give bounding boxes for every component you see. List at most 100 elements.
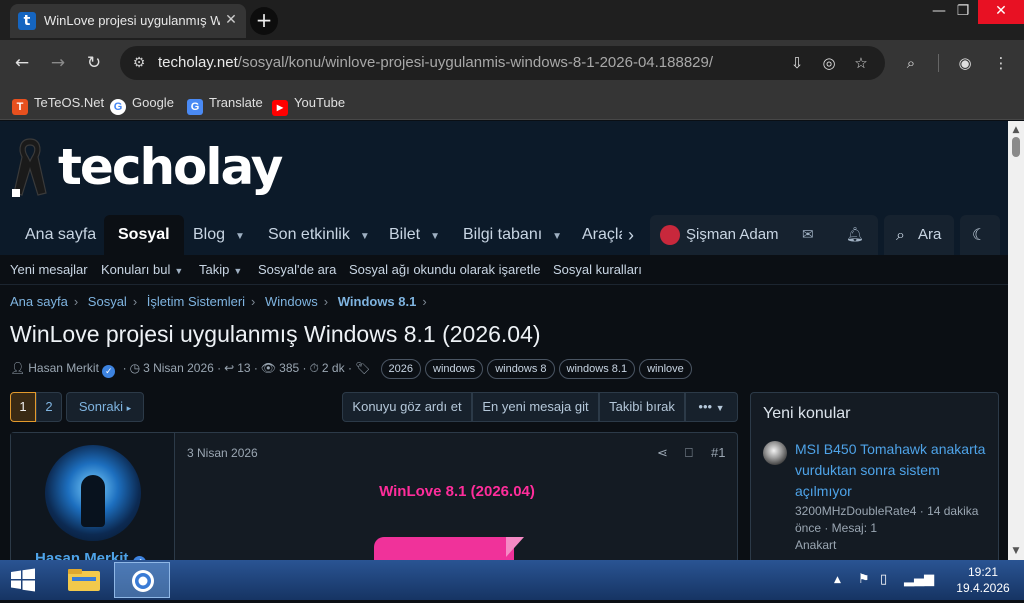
- new-tab-button[interactable]: +: [250, 7, 278, 35]
- bookmark-youtube[interactable]: ▶ YouTube: [272, 92, 345, 116]
- back-icon[interactable]: ←: [9, 50, 35, 76]
- subnav-sosyalde-ara[interactable]: Sosyal'de ara: [258, 255, 336, 285]
- tag-windows-8[interactable]: windows 8: [487, 359, 555, 379]
- chevron-down-icon[interactable]: ▼: [552, 217, 562, 257]
- search-button[interactable]: ⌕ Ara: [884, 215, 954, 255]
- subnav-takip[interactable]: Takip ▼: [199, 255, 242, 285]
- scroll-up-icon[interactable]: ▲: [1008, 123, 1024, 137]
- page-2-button[interactable]: 2: [36, 392, 62, 422]
- post-author-name[interactable]: Hasan Merkit ✓: [35, 550, 146, 560]
- nav-son-etkinlik[interactable]: Son etkinlik ▼: [268, 215, 370, 255]
- bell-icon[interactable]: 🔔︎: [846, 215, 864, 255]
- reply-icon: ↩: [224, 361, 235, 375]
- unwatch-button[interactable]: Takibi bırak: [599, 392, 685, 422]
- subnav-yeni-mesajlar[interactable]: Yeni mesajlar: [10, 255, 88, 285]
- google-icon: G: [110, 99, 126, 115]
- breadcrumb-current[interactable]: Windows 8.1: [338, 294, 417, 309]
- nav-bilet[interactable]: Bilet ▼: [389, 215, 440, 255]
- nav-sosyal[interactable]: Sosyal: [104, 215, 184, 255]
- thread-meta: 3200MHzDoubleRate4 · 14 dakika önce · Me…: [795, 504, 979, 552]
- tag-2026[interactable]: 2026: [380, 359, 421, 379]
- tray-chevron-up-icon[interactable]: ▲: [834, 575, 841, 585]
- reload-icon[interactable]: ↻: [81, 50, 107, 76]
- url-text[interactable]: techolay.net/sosyal/konu/winlove-projesi…: [158, 54, 713, 71]
- battery-icon[interactable]: ▯: [880, 572, 887, 587]
- bookmark-icon[interactable]: ⎕: [685, 445, 693, 461]
- avatar[interactable]: [45, 445, 141, 541]
- latest-post-button[interactable]: En yeni mesaja git: [472, 392, 599, 422]
- install-app-icon[interactable]: ⇩: [786, 53, 808, 73]
- more-options-button[interactable]: ••• ▼: [685, 392, 738, 422]
- thread-link[interactable]: MSI B450 Tomahawk anakarta vurduktan son…: [795, 439, 991, 502]
- breadcrumb-item[interactable]: Ana sayfa: [10, 294, 68, 309]
- forward-icon[interactable]: →: [45, 50, 71, 76]
- moon-icon: ☾: [972, 225, 987, 244]
- site-logo[interactable]: techolay: [58, 137, 283, 197]
- nav-araclar[interactable]: Araçla: [582, 215, 622, 255]
- site-header: techolay: [0, 121, 1008, 215]
- next-page-button[interactable]: Sonraki ▸: [66, 392, 144, 422]
- breadcrumb-item[interactable]: Windows: [265, 294, 318, 309]
- action-center-flag-icon[interactable]: ⚑: [858, 572, 870, 587]
- avatar[interactable]: [763, 441, 787, 465]
- nav-blog[interactable]: Blog ▼: [193, 215, 245, 255]
- system-clock[interactable]: 19:21 19.4.2026: [948, 564, 1018, 596]
- clock-icon: ◷: [129, 361, 141, 375]
- widget-title: Yeni konular: [763, 405, 851, 422]
- toolbar-divider: [938, 54, 939, 72]
- post-image[interactable]: [374, 537, 524, 560]
- share-icon[interactable]: ⋖: [657, 445, 668, 461]
- subnav-konulari-bul[interactable]: Konuları bul ▼: [101, 255, 183, 285]
- window-close-icon[interactable]: ✕: [978, 0, 1024, 24]
- tag-windows-81[interactable]: windows 8.1: [558, 359, 636, 379]
- chevron-down-icon[interactable]: ▼: [235, 217, 245, 257]
- post-number[interactable]: #1: [711, 445, 725, 460]
- browser-tab[interactable]: t WinLove projesi uygulanmış Windows 8.1…: [10, 4, 246, 38]
- breadcrumb-item[interactable]: Sosyal: [88, 294, 127, 309]
- bookmark-google[interactable]: G Google: [110, 92, 174, 115]
- volume-icon[interactable]: 🔈︎: [930, 572, 938, 587]
- taskbar: ▲ ⚑ ▯ ▂▄▆ 🔈︎ 19:21 19.4.2026: [0, 560, 1024, 600]
- browser-toolbar: ← → ↻ ⚙ techolay.net/sosyal/konu/winlove…: [0, 40, 1024, 86]
- tag-icon: 🏷︎: [354, 361, 371, 375]
- inbox-icon[interactable]: ✉: [802, 215, 814, 255]
- thread-forum-link[interactable]: Anakart: [795, 538, 836, 552]
- scrollbar[interactable]: ▲ ▼: [1008, 121, 1024, 560]
- subnav-okundu-isaretle[interactable]: Sosyal ağı okundu olarak işaretle: [349, 255, 541, 285]
- bookmark-translate[interactable]: G Translate: [187, 92, 263, 115]
- meta-author[interactable]: Hasan Merkit: [28, 361, 99, 375]
- bookmark-teteos[interactable]: T TeTeOS.Net: [12, 92, 104, 115]
- bookmark-star-icon[interactable]: ☆: [850, 53, 872, 73]
- scrollbar-thumb[interactable]: [1012, 137, 1020, 157]
- nav-ana-sayfa[interactable]: Ana sayfa: [25, 215, 96, 255]
- tracking-off-icon[interactable]: ◎: [818, 53, 840, 73]
- nav-scroll-right-icon[interactable]: ›: [628, 215, 634, 255]
- profile-icon[interactable]: ◉: [954, 52, 976, 74]
- chevron-down-icon: ▼: [174, 266, 184, 276]
- file-explorer-icon[interactable]: [56, 562, 112, 598]
- teteos-icon: T: [12, 99, 28, 115]
- windows-start-icon[interactable]: [6, 566, 40, 594]
- address-bar[interactable]: ⚙ techolay.net/sosyal/konu/winlove-proje…: [120, 46, 885, 80]
- site-info-icon[interactable]: ⚙: [130, 54, 148, 72]
- meta-read-time: 2 dk: [321, 361, 345, 375]
- tab-close-icon[interactable]: ✕: [222, 11, 240, 29]
- post-date[interactable]: 3 Nisan 2026: [187, 446, 258, 460]
- menu-icon[interactable]: ⋮: [990, 52, 1012, 74]
- main-navigation: Ana sayfa Sosyal Blog ▼ Son etkinlik ▼ Bil…: [0, 215, 1008, 255]
- subnav-kurallar[interactable]: Sosyal kuralları: [553, 255, 642, 285]
- ignore-thread-button[interactable]: Konuyu göz ardı et: [342, 392, 472, 422]
- chevron-down-icon[interactable]: ▼: [430, 217, 440, 257]
- meta-date: 3 Nisan 2026: [143, 361, 214, 375]
- user-menu[interactable]: Şişman Adam ✉ 🔔︎: [650, 215, 878, 255]
- chrome-taskbar-icon[interactable]: [114, 562, 170, 598]
- tag-winlove[interactable]: winlove: [639, 359, 692, 379]
- chevron-down-icon[interactable]: ▼: [360, 217, 370, 257]
- page-1-button[interactable]: 1: [10, 392, 36, 422]
- breadcrumb-item[interactable]: İşletim Sistemleri: [147, 294, 245, 309]
- tag-windows[interactable]: windows: [425, 359, 484, 379]
- theme-toggle[interactable]: ☾: [960, 215, 1000, 255]
- nav-bilgi-tabani[interactable]: Bilgi tabanı ▼: [463, 215, 562, 255]
- scroll-down-icon[interactable]: ▼: [1008, 544, 1024, 558]
- tab-search-icon[interactable]: ⌕: [900, 52, 922, 74]
